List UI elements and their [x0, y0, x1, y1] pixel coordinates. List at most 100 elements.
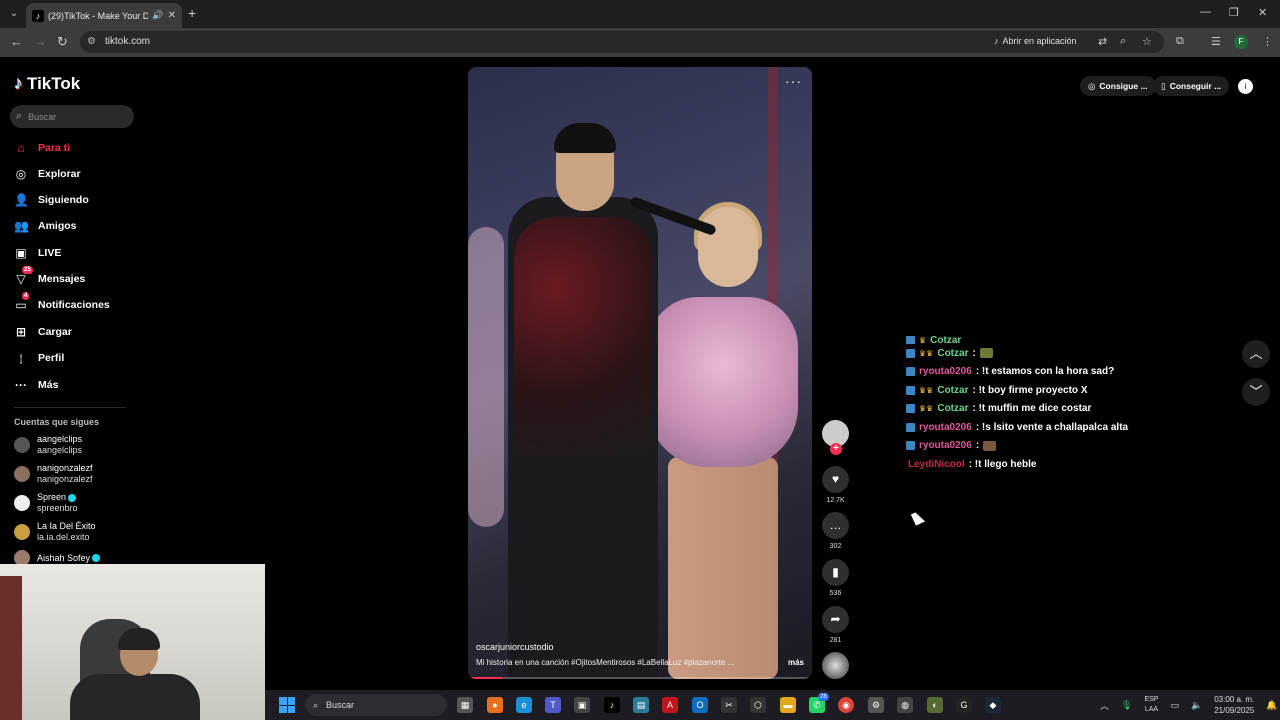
nav-live[interactable]: ▣ LIVE [14, 244, 61, 262]
previous-video-chevron-up-icon[interactable]: ︿ [1242, 340, 1270, 368]
site-info-icon[interactable]: ⚙ [87, 36, 96, 47]
comment-action[interactable]: … 302 [822, 512, 849, 550]
more-link[interactable]: más [788, 658, 804, 667]
settings-icon[interactable]: ⚙ [868, 697, 884, 713]
get-app-button[interactable]: ▯ Conseguir ... [1153, 76, 1230, 96]
tiktok-logo[interactable]: ♪ TikTok [14, 73, 80, 94]
nav-explore[interactable]: ◎ Explorar [14, 165, 81, 183]
volume-icon[interactable]: 🔈 [1191, 700, 1202, 711]
heart-icon[interactable]: ♥ [822, 466, 849, 493]
address-bar[interactable]: ⚙ tiktok.com ♪ Abrir en aplicación ⇄ ⌕ ☆ [80, 31, 1164, 53]
nav-notifications[interactable]: ▭ 4 Notificaciones [14, 292, 110, 314]
avatar [14, 437, 30, 453]
search-input[interactable] [28, 111, 119, 122]
taskbar-search[interactable]: ⌕ Buscar [305, 694, 447, 716]
following-account[interactable]: nanigonzalezf nanigonzalezf [14, 463, 93, 485]
save-count: 536 [829, 590, 842, 597]
file-explorer-icon[interactable]: ▬ [780, 697, 796, 713]
chat-user: Cotzar [937, 384, 969, 396]
media-controls-icon[interactable]: ☰ [1211, 35, 1221, 48]
reload-icon[interactable]: ↻ [57, 35, 68, 49]
get-coins-button[interactable]: ◎ Consigue ... [1080, 76, 1156, 96]
nav-label: Mensajes [38, 273, 86, 285]
teams-icon[interactable]: T [545, 697, 561, 713]
crown-icon: ♛♛ [919, 348, 934, 358]
nav-messages[interactable]: ▽ 25 Mensajes [14, 266, 86, 288]
next-video-chevron-down-icon[interactable]: ﹀ [1242, 378, 1270, 406]
snipping-tool-icon[interactable]: ✂ [721, 697, 737, 713]
nav-upload[interactable]: ⊞ Cargar [14, 323, 72, 341]
edge-icon[interactable]: e [516, 697, 532, 713]
nav-following[interactable]: 👤 Siguiendo [14, 191, 89, 209]
search-box[interactable]: ⌕ [10, 105, 134, 128]
bookmark-star-icon[interactable]: ☆ [1142, 35, 1152, 48]
nav-more[interactable]: ··· Más [14, 376, 58, 394]
comment-icon[interactable]: … [822, 512, 849, 539]
system-tray: ︿ 🎙 ESP LAA ▭ 🔈 03:00 a. m. 21/09/2025 🔔 [1100, 690, 1277, 720]
microphone-icon[interactable]: 🎙 [1121, 700, 1132, 711]
tab-search-chevron-icon[interactable]: ⌄ [6, 6, 22, 22]
chat-user: Cotzar [930, 336, 962, 344]
nav-for-you[interactable]: ⌂ Para ti [14, 139, 70, 157]
save-action[interactable]: ▮ 536 [822, 559, 849, 597]
close-tab-icon[interactable]: ✕ [168, 10, 176, 21]
video-progress-bar[interactable] [468, 677, 812, 679]
task-view-icon[interactable]: ▦ [457, 697, 473, 713]
music-disc-icon[interactable] [822, 652, 849, 679]
restore-icon[interactable]: ❐ [1229, 6, 1239, 19]
windows-start-icon[interactable] [279, 697, 295, 713]
minimize-icon[interactable]: — [1200, 6, 1211, 18]
chrome-icon[interactable]: ◉ [838, 697, 854, 713]
taskbar-clock[interactable]: 03:00 a. m. 21/09/2025 [1214, 694, 1254, 716]
chat-text: : [972, 347, 976, 359]
share-action[interactable]: ➦ 281 [822, 606, 849, 644]
user-avatar[interactable]: i [1238, 79, 1253, 94]
outlook-icon[interactable]: O [692, 697, 708, 713]
nav-friends[interactable]: 👥 Amigos [14, 217, 77, 235]
chevron-up-icon[interactable]: ︿ [1100, 699, 1109, 712]
profile-avatar[interactable]: F [1234, 35, 1248, 49]
video-more-icon[interactable]: ··· [785, 73, 802, 89]
app-icon[interactable]: ⬡ [750, 697, 766, 713]
chat-text: : [975, 440, 980, 452]
browser-menu-icon[interactable]: ⋮ [1262, 35, 1273, 48]
photos-icon[interactable]: ▤ [633, 697, 649, 713]
store-icon[interactable]: ▣ [574, 697, 590, 713]
translate-icon[interactable]: ⇄ [1098, 35, 1107, 48]
steam-icon[interactable]: ◆ [985, 697, 1001, 713]
video-player[interactable]: ··· oscarjuniorcustodio Mi historia en u… [468, 67, 812, 679]
zoom-icon[interactable]: ⌕ [1120, 35, 1126, 48]
follow-plus-icon[interactable]: + [830, 443, 842, 455]
new-tab-icon[interactable]: + [188, 6, 196, 20]
browser-tab[interactable]: ♪ (29)TikTok - Make Your Day 🔊 ✕ [26, 3, 182, 28]
chat-message: ♛ Cotzar [906, 336, 1236, 344]
following-account[interactable]: Spreen spreenbro [14, 492, 78, 514]
audio-playing-icon[interactable]: 🔊 [152, 10, 163, 21]
share-icon[interactable]: ➦ [822, 606, 849, 633]
comment-count: 302 [829, 543, 842, 550]
close-window-icon[interactable]: ✕ [1258, 6, 1267, 19]
nav-label: LIVE [38, 247, 62, 259]
acrobat-icon[interactable]: A [662, 697, 678, 713]
nav-profile[interactable]: i Perfil [14, 349, 64, 367]
like-action[interactable]: ♥ 12.7K [822, 466, 849, 504]
app-icon[interactable]: G [956, 697, 972, 713]
following-account[interactable]: La Ia Del Éxito la.ia.del.exito [14, 521, 96, 543]
obs-icon[interactable]: ◍ [897, 697, 913, 713]
app-icon[interactable]: ◐ [927, 697, 943, 713]
network-icon[interactable]: ▭ [1170, 700, 1179, 711]
whatsapp-icon[interactable]: ✆ 28 [809, 693, 829, 713]
extensions-icon[interactable]: ⧉ [1176, 35, 1184, 48]
forward-icon[interactable]: → [34, 35, 47, 49]
firefox-icon[interactable]: ● [487, 697, 503, 713]
video-author[interactable]: oscarjuniorcustodio [476, 642, 804, 652]
account-handle: la.ia.del.exito [37, 532, 90, 542]
language-indicator[interactable]: ESP LAA [1144, 695, 1158, 715]
notification-bell-icon[interactable]: 🔔 [1266, 700, 1277, 711]
open-in-app-button[interactable]: ♪ Abrir en aplicación [994, 36, 1077, 46]
bookmark-icon[interactable]: ▮ [822, 559, 849, 586]
back-icon[interactable]: ← [10, 35, 23, 49]
nav-label: Amigos [38, 220, 77, 232]
tiktok-app-icon[interactable]: ♪ [604, 697, 620, 713]
following-account[interactable]: aangelclips aangelclips [14, 434, 82, 456]
